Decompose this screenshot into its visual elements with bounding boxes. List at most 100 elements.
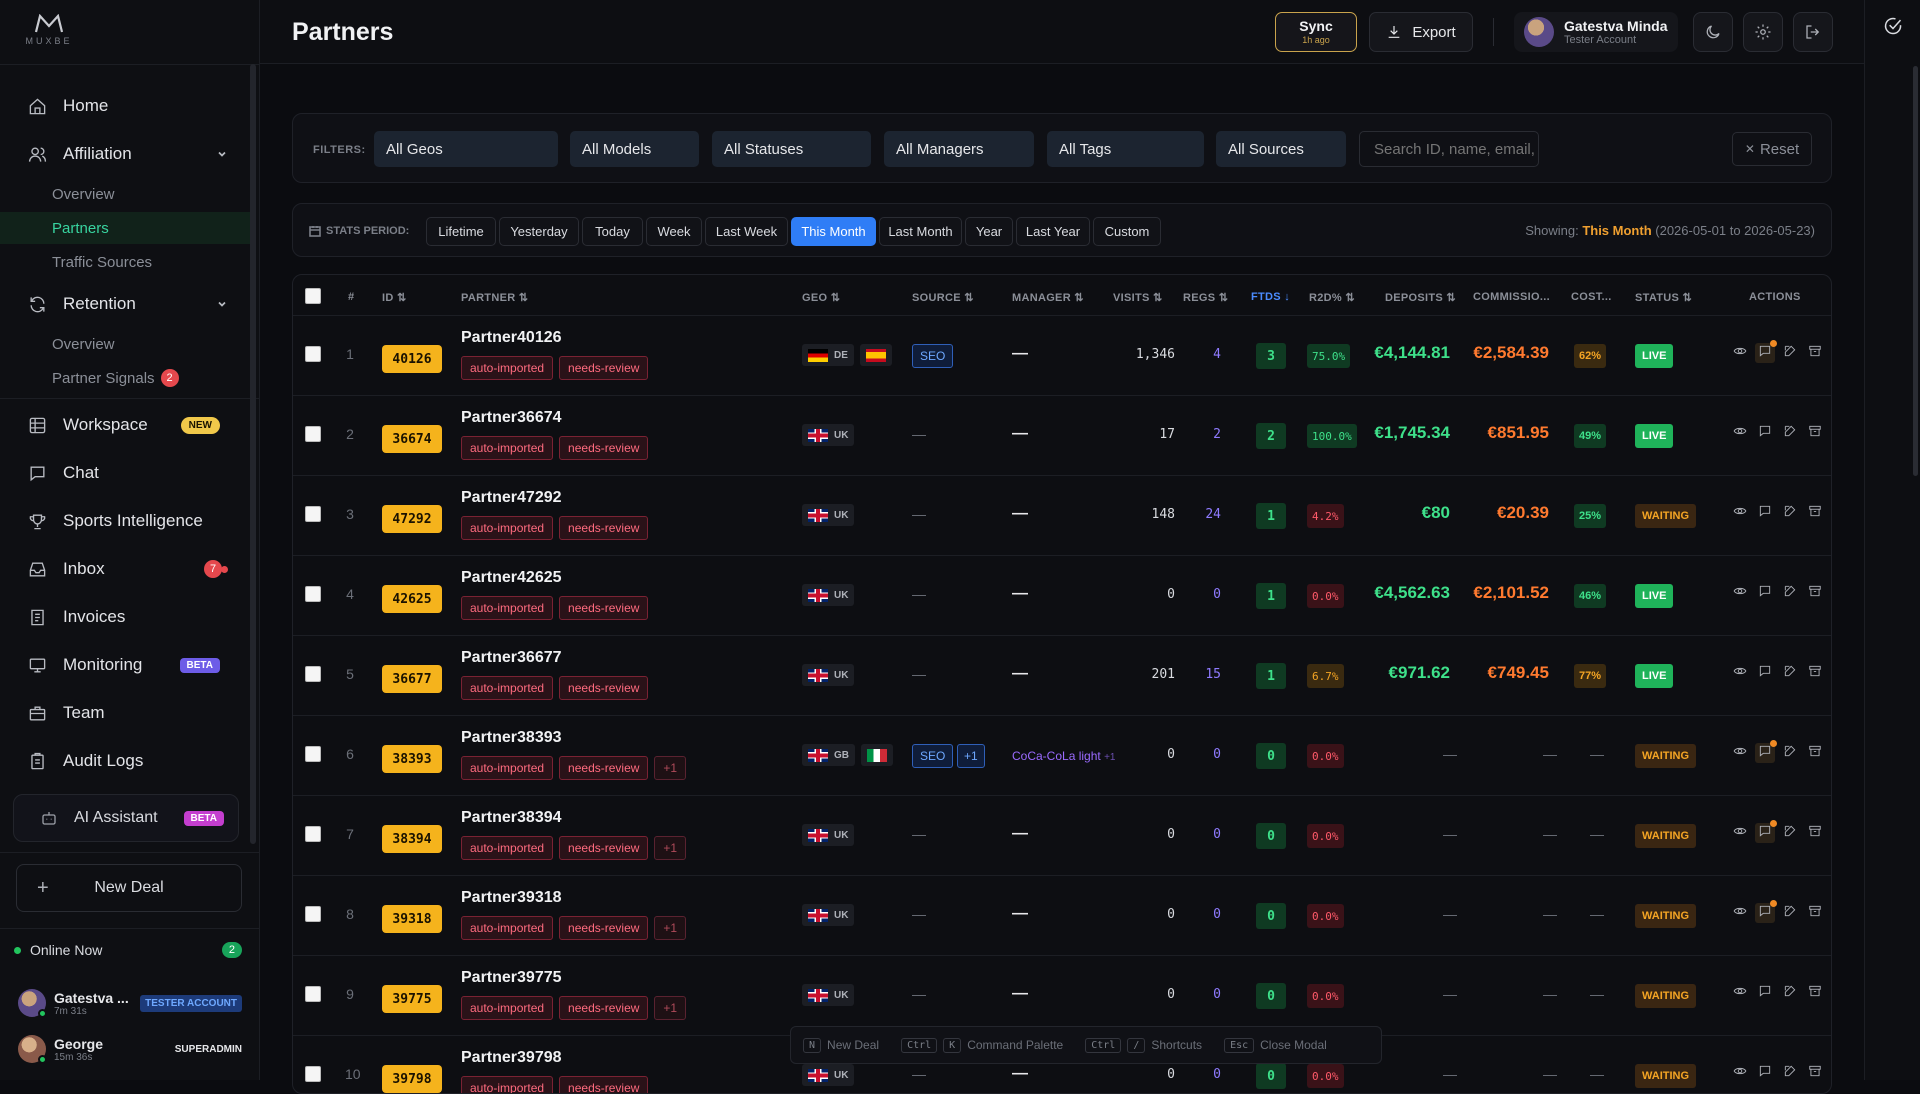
online-user[interactable]: George 15m 36s SUPERADMIN [18,1032,246,1066]
message-button[interactable] [1755,820,1777,843]
tag-badge[interactable]: auto-imported [461,1076,554,1093]
archive-button[interactable] [1805,983,1825,1003]
edit-button[interactable] [1780,903,1800,923]
nav-monitoring[interactable]: Monitoring BETA [14,645,246,685]
row-checkbox[interactable] [305,506,321,522]
view-button[interactable] [1730,903,1750,923]
partner-id-badge[interactable]: 38394 [382,825,442,853]
model-filter-select[interactable]: All Models [570,131,699,167]
column-header-visits[interactable]: VISITS ⇅ [1113,291,1163,304]
partner-name[interactable]: Partner38394 [461,809,562,827]
partner-id-badge[interactable]: 47292 [382,505,442,533]
sync-button[interactable]: Sync 1h ago [1275,12,1357,52]
partner-name[interactable]: Partner42625 [461,569,562,587]
edit-button[interactable] [1780,823,1800,843]
source-filter-select[interactable]: All Sources [1216,131,1346,167]
archive-button[interactable] [1805,903,1825,923]
check-circle-icon[interactable] [1883,16,1903,36]
geo-filter-select[interactable]: All Geos [374,131,558,167]
partner-id-badge[interactable]: 40126 [382,345,442,373]
nav-team[interactable]: Team [14,693,246,733]
column-header-deposits[interactable]: DEPOSITS ⇅ [1385,291,1456,304]
partner-id-badge[interactable]: 39798 [382,1065,442,1093]
partner-name[interactable]: Partner39775 [461,969,562,987]
nav-workspace[interactable]: Workspace NEW [14,405,246,445]
table-row[interactable]: 7 38394 Partner38394 auto-imported needs-rev… [293,795,1831,875]
column-header-source[interactable]: SOURCE ⇅ [912,291,974,304]
view-button[interactable] [1730,663,1750,683]
edit-button[interactable] [1780,663,1800,683]
message-button[interactable] [1755,740,1777,763]
row-checkbox[interactable] [305,346,321,362]
partner-name[interactable]: Partner47292 [461,489,562,507]
edit-button[interactable] [1780,743,1800,763]
column-header-commission[interactable]: COMMISSIO... [1473,291,1550,303]
period-custom[interactable]: Custom [1093,217,1161,246]
column-header-manager[interactable]: MANAGER ⇅ [1012,291,1084,304]
partner-name[interactable]: Partner39798 [461,1049,562,1067]
tag-badge[interactable]: needs-review [559,676,649,700]
reset-button[interactable]: ✕ Reset [1732,132,1812,166]
tag-badge[interactable]: auto-imported [461,516,554,540]
tag-badge[interactable]: auto-imported [461,756,554,780]
manager-cell[interactable]: CoCa-CoLa light +1 [1012,749,1115,763]
edit-button[interactable] [1780,343,1800,363]
period-week[interactable]: Week [646,217,702,246]
table-row[interactable]: 8 39318 Partner39318 auto-imported needs-rev… [293,875,1831,955]
message-button[interactable] [1755,663,1775,683]
archive-button[interactable] [1805,663,1825,683]
status-filter-select[interactable]: All Statuses [712,131,871,167]
tag-badge[interactable]: needs-review [559,516,649,540]
tag-badge[interactable]: needs-review [559,356,649,380]
row-checkbox[interactable] [305,746,321,762]
edit-button[interactable] [1780,503,1800,523]
sidebar-item-traffic-sources[interactable]: Traffic Sources [0,246,250,278]
column-header-r2d[interactable]: R2D% ⇅ [1309,291,1355,304]
nav-audit-logs[interactable]: Audit Logs [14,741,246,781]
partner-name[interactable]: Partner36674 [461,409,562,427]
archive-button[interactable] [1805,823,1825,843]
message-button[interactable] [1755,423,1775,443]
view-button[interactable] [1730,743,1750,763]
row-checkbox[interactable] [305,906,321,922]
partner-id-badge[interactable]: 36677 [382,665,442,693]
settings-button[interactable] [1743,12,1783,52]
nav-sports-intelligence[interactable]: Sports Intelligence [14,501,246,541]
tag-badge[interactable]: auto-imported [461,436,554,460]
tag-badge[interactable]: needs-review [559,836,649,860]
period-last-year[interactable]: Last Year [1016,217,1090,246]
more-tags-badge[interactable]: +1 [654,916,687,940]
more-tags-badge[interactable]: +1 [654,756,687,780]
view-button[interactable] [1730,983,1750,1003]
search-input[interactable] [1359,131,1539,167]
tag-badge[interactable]: needs-review [559,756,649,780]
row-checkbox[interactable] [305,666,321,682]
tag-badge[interactable]: auto-imported [461,596,554,620]
tag-badge[interactable]: auto-imported [461,836,554,860]
tag-badge[interactable]: auto-imported [461,916,554,940]
export-button[interactable]: Export [1369,12,1473,52]
nav-retention[interactable]: Retention [14,284,246,324]
column-header-partner[interactable]: PARTNER ⇅ [461,291,528,304]
message-button[interactable] [1755,583,1775,603]
partner-id-badge[interactable]: 39775 [382,985,442,1013]
period-year[interactable]: Year [965,217,1013,246]
manager-filter-select[interactable]: All Managers [884,131,1034,167]
row-checkbox[interactable] [305,986,321,1002]
partner-id-badge[interactable]: 36674 [382,425,442,453]
row-checkbox[interactable] [305,426,321,442]
row-checkbox[interactable] [305,826,321,842]
tag-badge[interactable]: auto-imported [461,676,554,700]
ai-assistant-button[interactable]: AI Assistant BETA [13,794,239,842]
sidebar-item-partner-signals[interactable]: Partner Signals 2 [0,362,250,394]
sidebar-scrollbar[interactable] [250,64,256,844]
view-button[interactable] [1730,423,1750,443]
message-button[interactable] [1755,900,1777,923]
view-button[interactable] [1730,823,1750,843]
view-button[interactable] [1730,343,1750,363]
period-last-month[interactable]: Last Month [879,217,962,246]
nav-home[interactable]: Home [14,86,246,126]
table-row[interactable]: 4 42625 Partner42625 auto-imported needs-rev… [293,555,1831,635]
view-button[interactable] [1730,583,1750,603]
partner-id-badge[interactable]: 42625 [382,585,442,613]
